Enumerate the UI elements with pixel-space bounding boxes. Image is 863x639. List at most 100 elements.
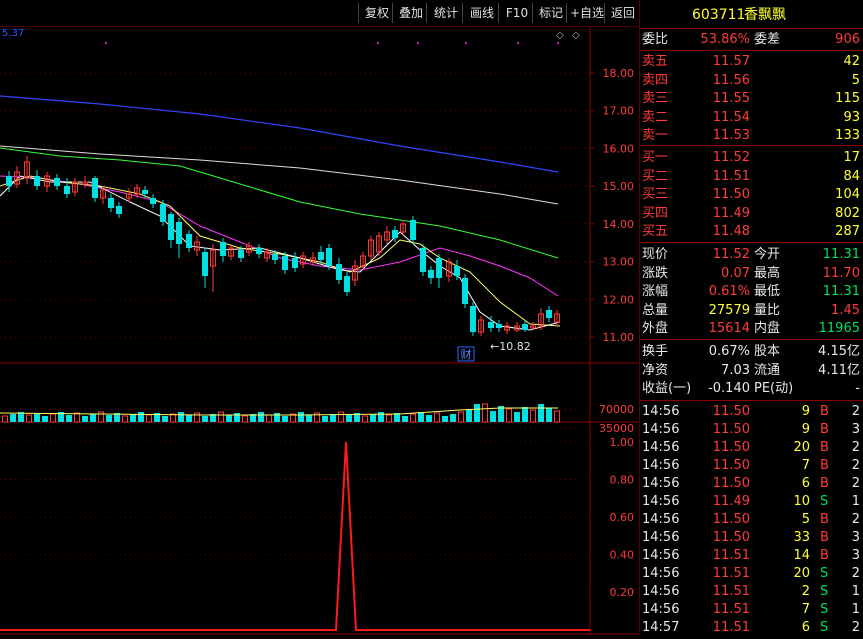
candle-body [256,248,262,254]
trade-time: 14:56 [642,476,680,491]
candle-body [92,178,98,198]
volume-bar [258,412,264,422]
toolbar-button-5[interactable]: 标记 [532,3,569,23]
candle-body [176,222,182,244]
trade-time: 14:56 [642,404,680,419]
trade-volume: 7 [801,458,810,473]
volume-bar [146,414,152,423]
candle-body [272,254,278,260]
quote-value: 11.31 [822,247,860,262]
volume-bar [538,404,544,422]
order-ratio-label: 委比 [642,32,669,47]
trade-time: 14:57 [642,620,680,635]
volume-bar [50,413,56,423]
tick-dot [517,42,519,44]
trade-side: B [820,548,829,563]
tick-dot [417,42,419,44]
kline-chart-area[interactable]: 5.37 ◇ ◇ 18.00 17.00 16.00 15.00 14.00 13.00 12.0… [0,26,638,635]
toolbar-button-2[interactable]: 统计 [426,3,465,23]
volume-bar [442,416,448,422]
trade-time: 14:56 [642,530,680,545]
ask-row: 卖三 11.55 115 [640,90,863,108]
trade-time: 14:56 [642,602,680,617]
toolbar-button-0[interactable]: 复权 [358,3,395,23]
candle-body [410,220,416,240]
candle-body [326,248,332,266]
ask-price: 11.54 [712,109,750,125]
trade-count: 2 [851,476,860,491]
quote-row: 现价 11.52 今开 11.31 [640,246,863,264]
trade-count: 2 [851,566,860,581]
kline-chart-svg[interactable]: 5.37 ◇ ◇ 18.00 17.00 16.00 15.00 14.00 13.00 12.0… [0,26,638,635]
order-ratio-row: 委比 53.86% 委差 906 [640,31,863,49]
price-tick-label: 11.00 [603,331,635,344]
candle-body [344,276,350,292]
fund-value: 4.15亿 [818,344,860,359]
fund-value: 0.67% [708,344,750,359]
volume-bar [74,412,80,423]
trade-side: B [820,512,829,527]
volume-bar [122,415,128,423]
trade-row: 14:56 11.51 2 S 1 [640,583,863,601]
fundamentals-row: 净资 7.03 流通 4.11亿 [640,362,863,380]
toolbar-button-4[interactable]: F10 [498,3,535,23]
ask-volume: 5 [851,72,860,88]
volume-bar [10,414,16,422]
candle-body [436,258,442,278]
ma-line-green [0,147,559,259]
bid-volume: 17 [843,150,860,165]
volume-bar [514,412,520,422]
ask-volume: 42 [843,54,860,69]
indicator-tick-label: 0.60 [610,511,635,524]
quote-value: 15614 [708,321,750,336]
trade-side: S [820,620,829,635]
trade-count: 1 [851,584,860,599]
quote-value: 11.52 [712,247,750,262]
trade-count: 2 [851,512,860,527]
toolbar-button-6[interactable]: +自选 [566,3,607,23]
bid-row: 买四 11.49 802 [640,205,863,223]
toolbar-button-1[interactable]: 叠加 [392,3,429,23]
bid-volume: 802 [835,205,860,221]
indicator-tick-label: 1.00 [610,436,635,449]
tick-dot [377,42,379,44]
volume-bar [322,416,328,422]
trade-side: S [820,602,829,617]
quote-label: 涨跌 [642,265,669,281]
ask-price: 11.55 [712,91,750,106]
bid-price: 11.51 [712,168,750,184]
volume-bar [26,414,32,423]
toolbar-button-3[interactable]: 画线 [462,3,501,23]
bid-price: 11.52 [712,150,750,165]
bid-volume: 84 [843,168,860,184]
trade-row: 14:56 11.51 14 B 3 [640,547,863,565]
candle-body [392,230,398,238]
bid-label: 买四 [642,205,669,221]
trade-side: B [820,530,829,545]
candle-body [454,266,460,276]
ask-row: 卖五 11.57 42 [640,53,863,71]
diamond-icon: ◇ [572,30,580,41]
trade-volume: 6 [801,476,810,491]
trade-count: 2 [851,620,860,635]
quote-panel: 603711 香飘飘 委比 53.86% 委差 906 卖五 11.57 42 卖四 1… [639,0,863,635]
fund-label: 净资 [642,362,669,378]
trade-time: 14:56 [642,422,680,437]
volume-bar [490,411,496,422]
fund-value: 4.11亿 [818,362,860,378]
volume-bar [482,403,488,423]
fundamentals-row: 换手 0.67% 股本 4.15亿 [640,343,863,361]
trade-row: 14:56 11.50 20 B 2 [640,439,863,457]
trade-row: 14:56 11.50 6 B 2 [640,475,863,493]
price-tick-label: 13.00 [603,256,635,269]
price-tick-label: 16.00 [603,142,635,155]
trade-price: 11.50 [712,476,750,491]
diamond-icon: ◇ [556,30,564,41]
toolbar-button-7[interactable]: 返回 [604,3,641,23]
candle-body [64,186,70,194]
trade-side: B [820,440,829,455]
candle-body [292,258,298,268]
volume-bar [458,411,464,423]
volume-bar [234,413,240,422]
trade-price: 11.50 [712,512,750,527]
